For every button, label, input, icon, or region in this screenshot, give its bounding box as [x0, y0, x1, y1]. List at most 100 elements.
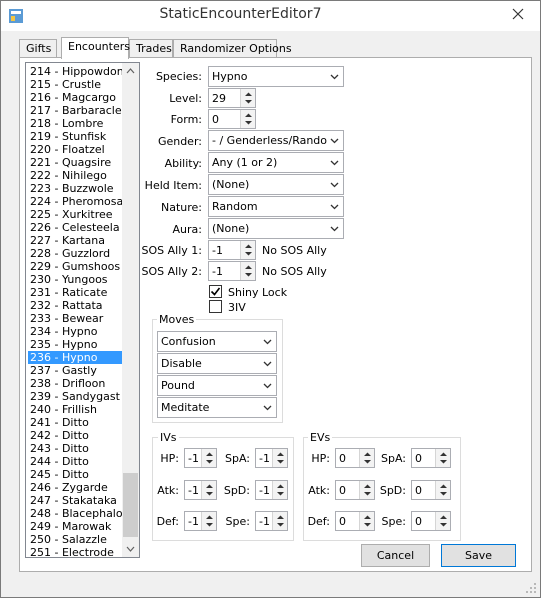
list-item[interactable]: 220 - Floatzel [28, 143, 122, 156]
ev-spd-stepper[interactable]: 0 [411, 480, 451, 500]
close-icon[interactable] [504, 5, 532, 23]
list-item[interactable]: 232 - Rattata [28, 299, 122, 312]
list-item[interactable]: 221 - Quagsire [28, 156, 122, 169]
spin-arrows-icon[interactable] [360, 449, 375, 467]
list-item[interactable]: 231 - Raticate [28, 286, 122, 299]
iv-spe-stepper[interactable]: -1 [255, 511, 288, 531]
sos-ally-2-spin[interactable] [240, 262, 255, 280]
move-2-select[interactable]: Disable [157, 353, 277, 374]
list-item[interactable]: 233 - Bewear [28, 312, 122, 325]
spin-arrows-icon[interactable] [202, 512, 217, 530]
shiny-lock-checkbox[interactable] [209, 285, 222, 298]
list-item[interactable]: 250 - Salazzle [28, 533, 122, 546]
iv-atk-spin[interactable] [201, 481, 216, 499]
form-stepper[interactable]: 0 [208, 109, 256, 129]
list-item[interactable]: 217 - Barbaracle [28, 104, 122, 117]
list-scrollbar[interactable] [122, 63, 139, 557]
ev-atk-stepper[interactable]: 0 [335, 480, 375, 500]
list-item[interactable]: 235 - Hypno [28, 338, 122, 351]
spin-arrows-icon[interactable] [360, 481, 375, 499]
list-item[interactable]: 219 - Stunfisk [28, 130, 122, 143]
ev-hp-stepper[interactable]: 0 [335, 448, 375, 468]
gender-select[interactable]: - / Genderless/Random [208, 130, 344, 151]
list-item[interactable]: 237 - Gastly [28, 364, 122, 377]
ev-spe-spin[interactable] [435, 512, 450, 530]
level-spin[interactable] [240, 89, 255, 107]
iv-spe-spin[interactable] [272, 512, 287, 530]
ev-def-stepper[interactable]: 0 [335, 511, 375, 531]
spin-arrows-icon[interactable] [241, 262, 256, 280]
list-item[interactable]: 225 - Xurkitree [28, 208, 122, 221]
spin-arrows-icon[interactable] [436, 449, 451, 467]
spin-arrows-icon[interactable] [273, 512, 288, 530]
move-3-select[interactable]: Pound [157, 375, 277, 396]
ev-spa-spin[interactable] [435, 449, 450, 467]
list-item[interactable]: 251 - Electrode [28, 546, 122, 557]
list-item[interactable]: 245 - Ditto [28, 468, 122, 481]
list-item[interactable]: 222 - Nihilego [28, 169, 122, 182]
iv-spa-stepper[interactable]: -1 [255, 448, 288, 468]
cancel-button[interactable]: Cancel [361, 544, 430, 567]
list-item[interactable]: 234 - Hypno [28, 325, 122, 338]
list-item[interactable]: 248 - Blacephalon [28, 507, 130, 520]
spin-arrows-icon[interactable] [436, 512, 451, 530]
list-item[interactable]: 226 - Celesteela [28, 221, 122, 234]
list-item[interactable]: 240 - Frillish [28, 403, 122, 416]
iv-hp-spin[interactable] [201, 449, 216, 467]
ev-def-spin[interactable] [359, 512, 374, 530]
encounter-list[interactable]: 214 - Hippowdon 215 - Crustle 216 - Magcar… [25, 62, 140, 558]
spin-arrows-icon[interactable] [202, 481, 217, 499]
spin-arrows-icon[interactable] [273, 449, 288, 467]
spin-arrows-icon[interactable] [273, 481, 288, 499]
iv-spd-spin[interactable] [272, 481, 287, 499]
tab-encounters[interactable]: Encounters [61, 37, 130, 59]
form-spin[interactable] [240, 110, 255, 128]
species-select[interactable]: Hypno [208, 66, 344, 87]
scroll-thumb[interactable] [123, 473, 138, 537]
ev-spd-spin[interactable] [435, 481, 450, 499]
move-1-select[interactable]: Confusion [157, 331, 277, 352]
spin-arrows-icon[interactable] [436, 481, 451, 499]
list-item[interactable]: 239 - Sandygast [28, 390, 122, 403]
aura-select[interactable]: (None) [208, 218, 344, 239]
list-item[interactable]: 216 - Magcargo [28, 91, 122, 104]
iv-def-stepper[interactable]: -1 [184, 511, 217, 531]
list-item[interactable]: 241 - Ditto [28, 416, 122, 429]
list-item[interactable]: 215 - Crustle [28, 78, 122, 91]
sos-ally-2-stepper[interactable]: -1 [208, 261, 256, 281]
save-button[interactable]: Save [441, 544, 516, 567]
ev-spe-stepper[interactable]: 0 [411, 511, 451, 531]
list-item[interactable]: 246 - Zygarde [28, 481, 122, 494]
list-item[interactable]: 247 - Stakataka [28, 494, 122, 507]
scroll-up-icon[interactable] [122, 63, 139, 80]
ability-select[interactable]: Any (1 or 2) [208, 152, 344, 173]
3iv-label[interactable]: 3IV [228, 301, 246, 314]
spin-arrows-icon[interactable] [241, 110, 256, 128]
list-item[interactable]: 218 - Lombre [28, 117, 122, 130]
iv-hp-stepper[interactable]: -1 [184, 448, 217, 468]
move-4-select[interactable]: Meditate [157, 397, 277, 418]
iv-spd-stepper[interactable]: -1 [255, 480, 288, 500]
list-item[interactable]: 214 - Hippowdon [28, 65, 124, 78]
list-item[interactable]: 230 - Yungoos [28, 273, 122, 286]
level-stepper[interactable]: 29 [208, 88, 256, 108]
spin-arrows-icon[interactable] [202, 449, 217, 467]
sos-ally-1-spin[interactable] [240, 241, 255, 259]
ev-spa-stepper[interactable]: 0 [411, 448, 451, 468]
tab-gifts[interactable]: Gifts [19, 39, 57, 58]
nature-select[interactable]: Random [208, 196, 344, 217]
ev-hp-spin[interactable] [359, 449, 374, 467]
3iv-checkbox[interactable] [209, 300, 222, 313]
iv-spa-spin[interactable] [272, 449, 287, 467]
tab-randomizer-options[interactable]: Randomizer Options [173, 39, 292, 58]
list-item[interactable]: 224 - Pheromosa [28, 195, 123, 208]
spin-arrows-icon[interactable] [241, 241, 256, 259]
iv-def-spin[interactable] [201, 512, 216, 530]
shiny-lock-label[interactable]: Shiny Lock [228, 286, 287, 299]
spin-arrows-icon[interactable] [241, 89, 256, 107]
held-item-select[interactable]: (None) [208, 174, 344, 195]
list-item[interactable]: 227 - Kartana [28, 234, 122, 247]
list-item[interactable]: 249 - Marowak [28, 520, 122, 533]
list-item[interactable]: 243 - Ditto [28, 442, 122, 455]
list-item[interactable]: 223 - Buzzwole [28, 182, 122, 195]
